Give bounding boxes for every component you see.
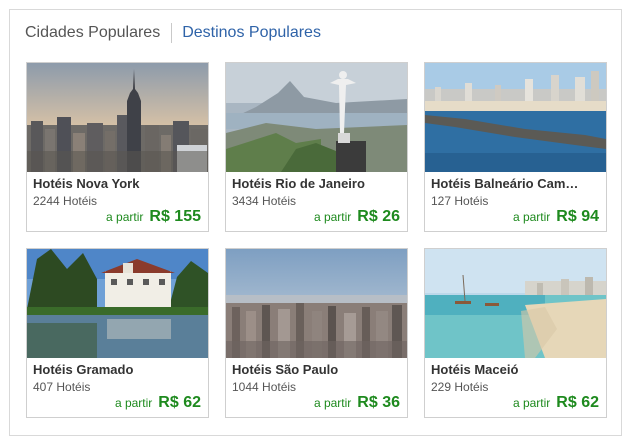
price-row: a partir R$ 36 [314,394,400,412]
hotel-count: 229 Hotéis [431,380,489,394]
rio-christ-redeemer-photo [226,63,407,172]
price-value: R$ 62 [556,394,599,411]
city-card-rio-de-janeiro[interactable]: Hotéis Rio de Janeiro 3434 Hotéis a part… [225,62,408,232]
tab-bar: Cidades Populares Destinos Populares [25,22,321,44]
price-value: R$ 94 [556,208,599,225]
price-prefix: a partir [512,396,551,410]
hotel-count: 407 Hotéis [33,380,91,394]
maceio-beach-photo [425,249,606,358]
price-prefix: a partir [313,210,352,224]
city-name: Hotéis Gramado [33,362,134,377]
hotel-count: 1044 Hotéis [232,380,297,394]
price-row: a partir R$ 62 [115,394,201,412]
price-prefix: a partir [512,210,551,224]
city-card-nova-york[interactable]: Hotéis Nova York 2244 Hotéis a partir R$… [26,62,209,232]
city-name: Hotéis Rio de Janeiro [232,176,365,191]
hotel-count: 127 Hotéis [431,194,489,208]
tab-popular-cities[interactable]: Cidades Populares [25,23,171,43]
city-name: Hotéis Maceió [431,362,519,377]
hotel-count: 3434 Hotéis [232,194,297,208]
price-row: a partir R$ 62 [513,394,599,412]
price-row: a partir R$ 26 [314,208,400,226]
price-value: R$ 155 [149,208,201,225]
price-value: R$ 26 [357,208,400,225]
city-name: Hotéis Nova York [33,176,140,191]
city-card-gramado[interactable]: Hotéis Gramado 407 Hotéis a partir R$ 62 [26,248,209,418]
price-prefix: a partir [106,210,144,224]
new-york-skyline-photo [27,63,208,172]
sao-paulo-skyline-photo [226,249,407,358]
tab-popular-destinations[interactable]: Destinos Populares [171,23,321,43]
price-row: a partir R$ 94 [513,208,599,226]
city-card-maceio[interactable]: Hotéis Maceió 229 Hotéis a partir R$ 62 [424,248,607,418]
price-value: R$ 36 [357,394,400,411]
city-name: Hotéis Balneário Cam… [431,176,579,191]
price-value: R$ 62 [158,394,201,411]
popular-destinations-panel: Cidades Populares Destinos Populares Hot… [9,9,622,436]
balneario-camboriu-beach-photo [425,63,606,172]
price-row: a partir R$ 155 [106,208,201,226]
price-prefix: a partir [313,396,352,410]
price-prefix: a partir [114,396,153,410]
hotel-count: 2244 Hotéis [33,194,98,208]
gramado-lake-photo [27,249,208,358]
city-name: Hotéis São Paulo [232,362,339,377]
city-card-sao-paulo[interactable]: Hotéis São Paulo 1044 Hotéis a partir R$… [225,248,408,418]
city-card-balneario-camboriu[interactable]: Hotéis Balneário Cam… 127 Hotéis a parti… [424,62,607,232]
